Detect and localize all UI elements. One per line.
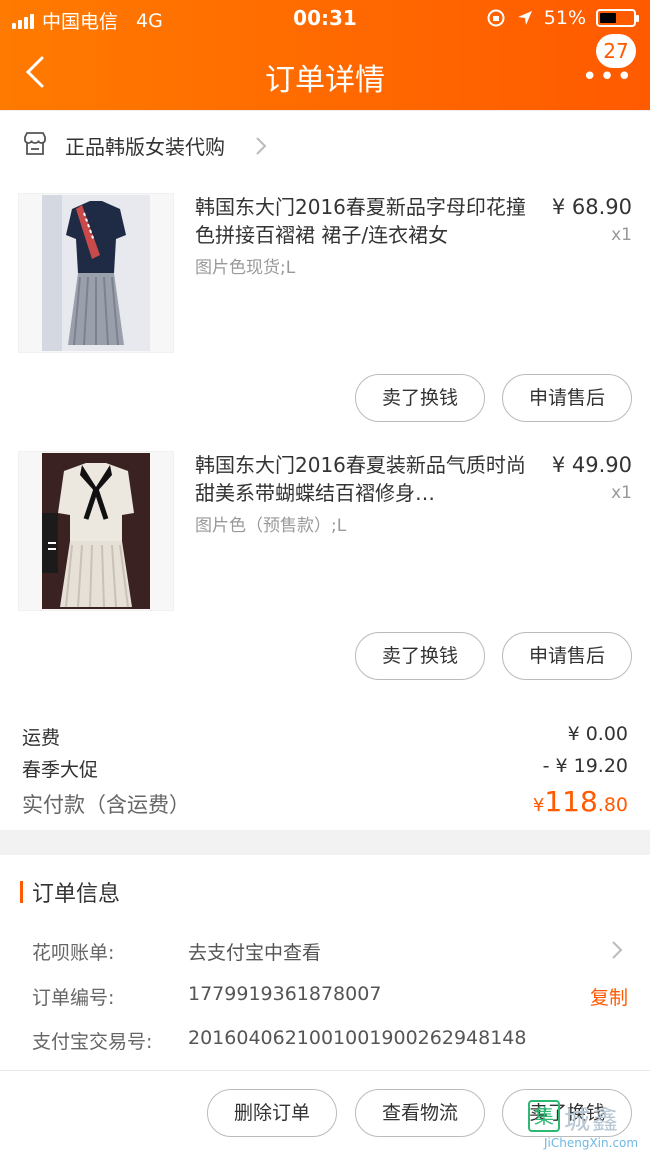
more-dots-icon: ••• [582, 62, 635, 92]
alipay-trade-label: 支付宝交易号: [32, 1031, 153, 1053]
dress-image [42, 453, 150, 609]
after-sale-button[interactable]: 申请售后 [502, 632, 632, 680]
delete-order-button[interactable]: 删除订单 [207, 1089, 337, 1137]
total-integer: 118 [544, 785, 598, 818]
view-logistics-button[interactable]: 查看物流 [355, 1089, 485, 1137]
shop-name: 正品韩版女装代购 [65, 135, 225, 159]
page-title: 订单详情 [265, 63, 385, 98]
product-thumbnail[interactable] [18, 193, 174, 353]
shipping-label: 运费 [22, 727, 61, 749]
battery-percent: 51% [543, 7, 586, 29]
copy-button[interactable]: 复制 [590, 983, 628, 1010]
product-qty: x1 [611, 225, 632, 245]
chevron-right-icon [256, 137, 267, 155]
battery-icon [596, 9, 639, 27]
section-title: 订单信息 [32, 882, 121, 907]
shop-card: 正品韩版女装代购 韩国东大门2016春夏新品字母印花撞色拼接百褶裙 裙子/连衣裙… [0, 110, 650, 830]
order-number-label: 订单编号: [32, 987, 115, 1009]
app-header: 中国电信 4G 00:31 51% 订单详情 ••• 27 [0, 0, 650, 110]
total-decimal: .80 [597, 794, 628, 816]
product-title[interactable]: 韩国东大门2016春夏装新品气质时尚甜美系带蝴蝶结百褶修身… [195, 451, 535, 507]
product-title[interactable]: 韩国东大门2016春夏新品字母印花撞色拼接百褶裙 裙子/连衣裙女 [195, 193, 535, 249]
watermark-text: 城鑫 [564, 1106, 621, 1136]
product-sku: 图片色（预售款）;L [195, 516, 347, 536]
total-label: 实付款（含运费） [22, 793, 190, 817]
battery-level [600, 13, 616, 23]
huabei-label: 花呗账单: [32, 942, 115, 964]
order-number-value: 1779919361878007 [188, 983, 382, 1005]
product-sku: 图片色现货;L [195, 258, 296, 278]
promo-label: 春季大促 [22, 759, 99, 781]
status-bar: 中国电信 4G 00:31 51% [0, 0, 650, 36]
product-qty: x1 [611, 483, 632, 503]
chevron-right-icon[interactable] [610, 939, 624, 961]
product-price: ¥ 68.90 [551, 195, 632, 219]
sell-button[interactable]: 卖了换钱 [355, 632, 485, 680]
product-price: ¥ 49.90 [551, 453, 632, 477]
total-amount: ¥118.80 [533, 785, 628, 818]
watermark-logo: 集 [528, 1100, 560, 1132]
total-currency: ¥ [532, 795, 545, 816]
order-info-card: 订单信息 花呗账单: 去支付宝中查看 订单编号: 177991936187800… [0, 855, 650, 1070]
promo-value: - ¥ 19.20 [542, 755, 628, 777]
alipay-trade-value: 2016040621001001900262948148 [188, 1027, 527, 1049]
location-icon [517, 11, 532, 25]
order-item: 韩国东大门2016春夏新品字母印花撞色拼接百褶裙 裙子/连衣裙女 图片色现货;L… [0, 181, 650, 441]
huabei-link[interactable]: 去支付宝中查看 [188, 938, 321, 965]
notification-badge: 27 [596, 34, 636, 68]
watermark: 集 城鑫 JiChengXin.com [526, 1098, 644, 1150]
dress-image [42, 195, 150, 351]
after-sale-button[interactable]: 申请售后 [502, 374, 632, 422]
order-item: 韩国东大门2016春夏装新品气质时尚甜美系带蝴蝶结百褶修身… 图片色（预售款）;… [0, 439, 650, 699]
shipping-value: ¥ 0.00 [567, 723, 628, 745]
status-right: 51% [486, 7, 639, 29]
rotation-lock-icon [487, 9, 505, 27]
watermark-url: JiChengXin.com [544, 1136, 639, 1150]
sell-button[interactable]: 卖了换钱 [355, 374, 485, 422]
section-accent-bar [20, 881, 23, 903]
product-thumbnail[interactable] [18, 451, 174, 611]
shop-header[interactable]: 正品韩版女装代购 [0, 111, 650, 181]
store-icon [24, 132, 46, 155]
